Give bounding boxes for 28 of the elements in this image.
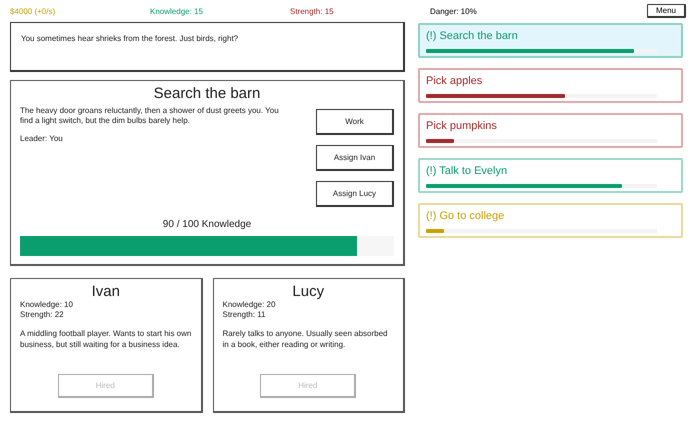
strength-stat: Strength: 11 [222, 310, 266, 320]
message-text: You sometimes hear shrieks from the forest. Just birds, right? [21, 34, 238, 43]
progress-text: 90 / 100 Knowledge [162, 219, 252, 230]
quest-label: Pick pumpkins [426, 120, 498, 132]
leader-text: Leader: You [20, 134, 64, 144]
menu-button[interactable]: Menu [646, 4, 686, 18]
task-button[interactable]: Work [316, 109, 394, 135]
stat-label: Danger: 10% [430, 6, 478, 16]
quest-label: (!) Talk to Evelyn [426, 165, 508, 177]
worker-name: Ivan [90, 283, 121, 300]
knowledge-stat: Knowledge: 20 [222, 300, 276, 310]
task-button[interactable]: Assign Ivan [316, 145, 394, 171]
knowledge-stat: Knowledge: 10 [20, 300, 74, 310]
worker-name: Lucy [291, 283, 326, 300]
quest-item[interactable]: Pick apples [418, 68, 683, 103]
stat-label: $4000 (+0/s) [10, 6, 56, 16]
task-description: The heavy door groans reluctantly, then a shower of dust greets you. You find a light switch, but the dim bulbs barely help. [20, 106, 280, 126]
stat-label: Strength: 15 [290, 6, 335, 16]
stat-label: Knowledge: 15 [150, 6, 204, 16]
quest-label: (!) Go to college [426, 210, 506, 222]
quest-item[interactable]: Pick pumpkins [418, 113, 683, 148]
worker-bio: A middling football player. Wants to start his own business, but still waiting for a business idea. [20, 328, 192, 351]
task-title: Search the barn [152, 85, 262, 102]
task-button[interactable]: Assign Lucy [316, 181, 394, 207]
quest-label: Pick apples [426, 75, 484, 87]
strength-stat: Strength: 22 [20, 310, 65, 320]
quest-label: (!) Search the barn [426, 30, 519, 42]
worker-bio: Rarely talks to anyone. Usually seen absorbed in a book, either reading or writing. [222, 328, 388, 351]
